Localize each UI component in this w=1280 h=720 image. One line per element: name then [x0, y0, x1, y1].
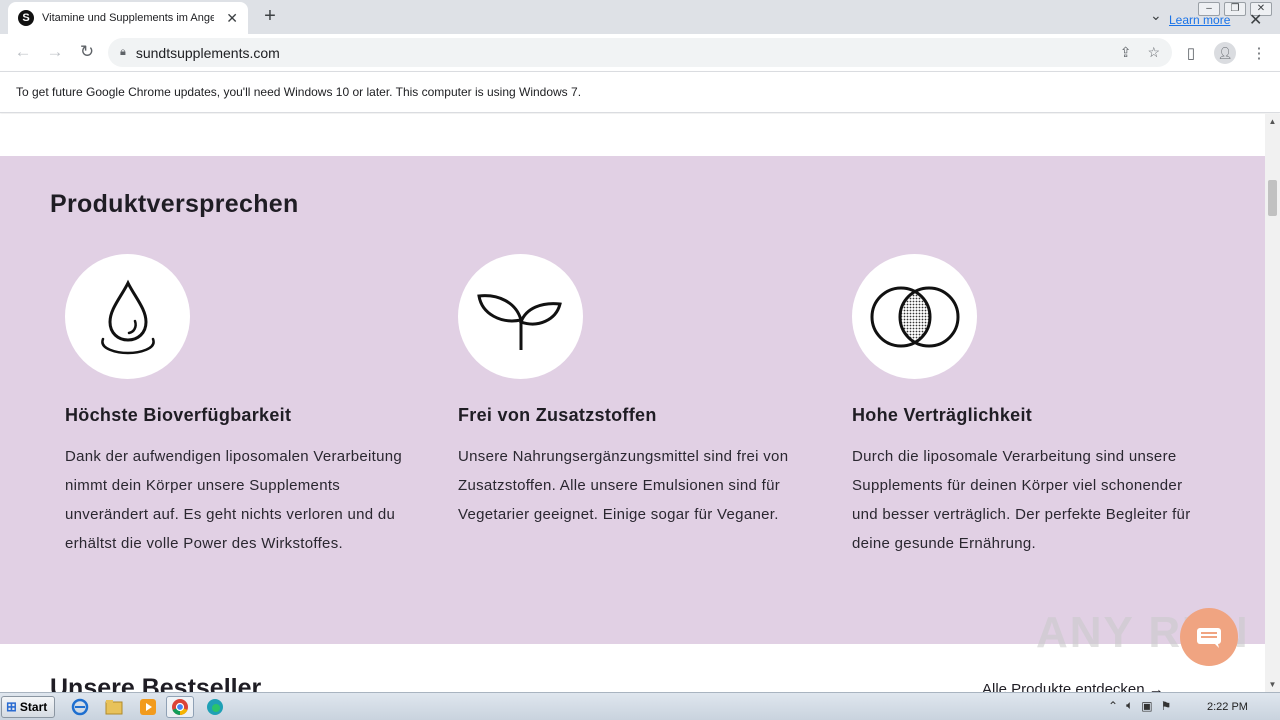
feature-title: Hohe Verträglichkeit: [852, 405, 1033, 425]
tab-close-icon[interactable]: ✕: [226, 10, 238, 27]
browser-tab-active[interactable]: S Vitamine und Supplements im Angebot ✕: [8, 2, 248, 34]
arrow-right-icon: →: [1148, 681, 1164, 692]
start-label: Start: [19, 700, 48, 714]
bestseller-title: Unsere Bestseller: [50, 674, 262, 692]
feature-text: Durch die liposomale Verarbeitung sind u…: [852, 448, 1191, 552]
profile-avatar[interactable]: 👤︎: [1214, 41, 1236, 64]
reload-button[interactable]: ↻: [72, 37, 102, 67]
all-products-link[interactable]: Alle Produkte entdecken →: [982, 681, 1164, 692]
tab-search-chevron-icon[interactable]: ⌄: [1150, 7, 1162, 24]
browser-toolbar: ← → ↻ 🔒︎ sundtsupplements.com ⇪ ☆ ▯ 👤︎ ⋮: [0, 34, 1280, 71]
taskbar-edge-icon[interactable]: [201, 696, 229, 718]
new-tab-button[interactable]: +: [258, 4, 282, 28]
show-desktop-button[interactable]: [1262, 696, 1278, 718]
feature-title: Frei von Zusatzstoffen: [458, 405, 657, 425]
scroll-up-arrow-icon[interactable]: ▲: [1265, 114, 1280, 129]
tray-expand-icon[interactable]: ⌃: [1108, 699, 1118, 713]
all-products-label: Alle Produkte entdecken: [982, 681, 1145, 692]
overlapping-circles-icon: [870, 286, 959, 347]
taskbar-ie-icon[interactable]: [66, 696, 94, 718]
share-icon[interactable]: ⇪: [1120, 44, 1132, 61]
sprout-icon: [476, 293, 562, 350]
feature-no-additives: Frei von Zusatzstoffen Unsere Nahrungser…: [458, 254, 808, 529]
feature-text: Unsere Nahrungsergänzungsmittel sind fre…: [458, 448, 789, 523]
windows-taskbar: ⊞ Start ⌃ 🔈︎ ▣ ⚑ 2:22 PM: [0, 692, 1280, 720]
back-button[interactable]: ←: [8, 37, 38, 67]
page-viewport: Produktversprechen Höchste Bioverfügbark…: [0, 114, 1265, 692]
scroll-down-arrow-icon[interactable]: ▼: [1265, 677, 1280, 692]
windows-logo-icon: ⊞: [6, 699, 17, 714]
infobar-close-icon[interactable]: ✕: [1249, 10, 1262, 30]
volume-icon[interactable]: 🔈︎: [1126, 698, 1133, 713]
action-center-flag-icon[interactable]: ⚑: [1161, 699, 1172, 713]
chat-button[interactable]: [1180, 608, 1238, 666]
taskbar-clock[interactable]: 2:22 PM: [1207, 701, 1248, 713]
feature-icon-circle: [458, 254, 583, 379]
learn-more-link[interactable]: Learn more: [1169, 13, 1230, 27]
taskbar-explorer-icon[interactable]: [100, 696, 128, 718]
infobar-message: To get future Google Chrome updates, you…: [16, 85, 582, 99]
start-button[interactable]: ⊞ Start: [1, 696, 55, 718]
feature-icon-circle: [65, 254, 190, 379]
menu-kebab-icon[interactable]: ⋮: [1248, 42, 1270, 64]
browser-titlebar: S Vitamine und Supplements im Angebot ✕ …: [0, 0, 1280, 34]
update-infobar: To get future Google Chrome updates, you…: [0, 71, 1280, 113]
bookmark-star-icon[interactable]: ☆: [1147, 44, 1160, 61]
chat-icon: [1197, 628, 1221, 648]
tab-title: Vitamine und Supplements im Angebot: [42, 12, 214, 24]
address-bar[interactable]: 🔒︎ sundtsupplements.com ⇪ ☆: [108, 38, 1172, 67]
forward-button[interactable]: →: [40, 37, 70, 67]
feature-tolerance: Hohe Verträglichkeit Durch die liposomal…: [852, 254, 1202, 558]
product-promise-section: Produktversprechen Höchste Bioverfügbark…: [0, 156, 1265, 644]
lock-icon[interactable]: 🔒︎: [120, 46, 126, 59]
feature-icon-circle: [852, 254, 977, 379]
network-icon[interactable]: ▣: [1141, 699, 1152, 713]
feature-bioavailability: Höchste Bioverfügbarkeit Dank der aufwen…: [65, 254, 415, 558]
taskbar-chrome-icon[interactable]: [166, 696, 194, 718]
scrollbar-thumb[interactable]: [1268, 180, 1277, 216]
system-tray: ⌃ 🔈︎ ▣ ⚑: [1108, 698, 1171, 713]
url-text: sundtsupplements.com: [135, 44, 280, 61]
feature-text: Dank der aufwendigen liposomalen Verarbe…: [65, 448, 403, 552]
side-panel-icon[interactable]: ▯: [1180, 42, 1202, 64]
water-drop-icon: [100, 279, 155, 354]
taskbar-media-player-icon[interactable]: [134, 696, 162, 718]
site-favicon-icon: S: [18, 10, 34, 26]
page-scrollbar[interactable]: ▲ ▼: [1265, 114, 1280, 692]
feature-title: Höchste Bioverfügbarkeit: [65, 405, 292, 425]
section-title: Produktversprechen: [50, 190, 299, 218]
